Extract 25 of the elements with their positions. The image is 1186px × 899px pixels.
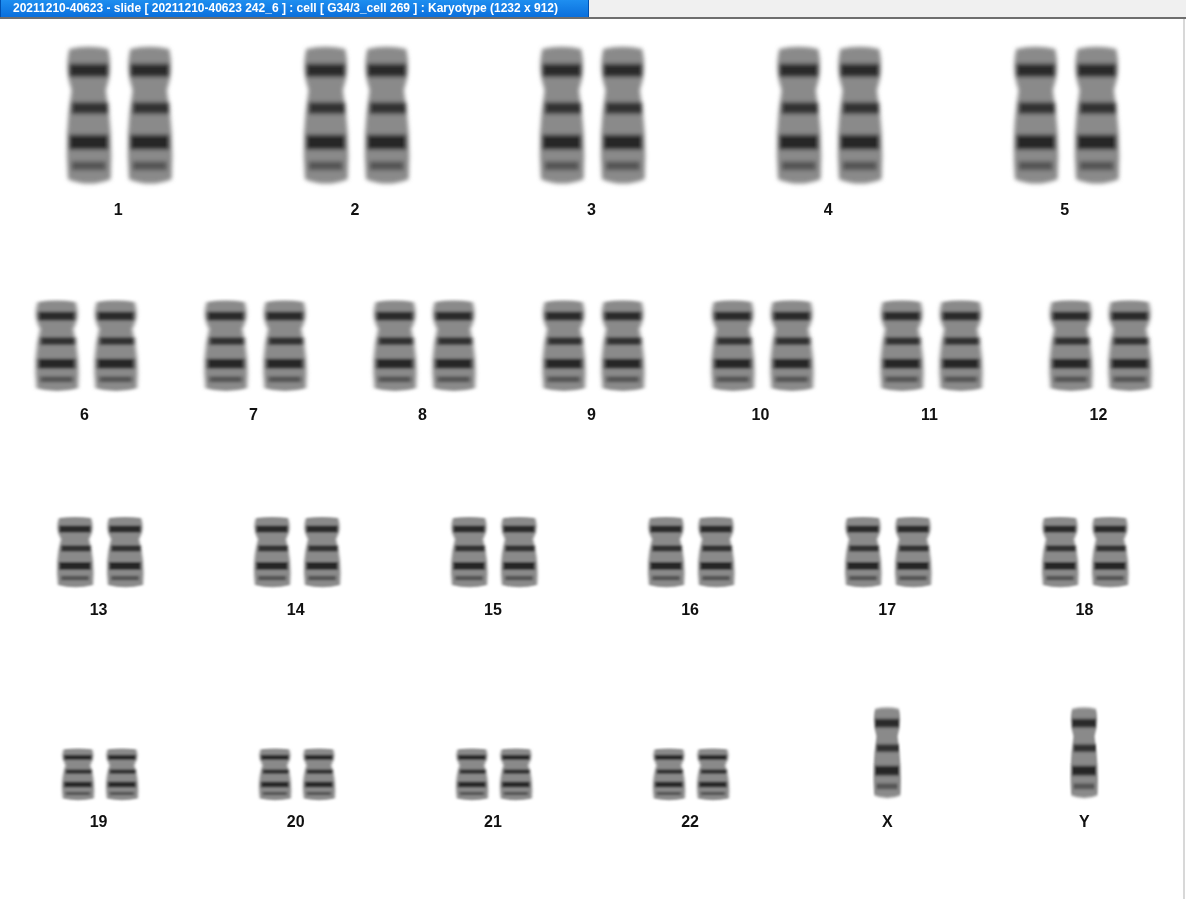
chromosome-label: Y <box>1079 813 1090 831</box>
chromosome-label: 15 <box>484 601 502 619</box>
chromosome-label: 4 <box>823 201 833 219</box>
chromosome-label: X <box>881 813 893 831</box>
chromosome-label: 8 <box>418 406 427 424</box>
chromosome-label: 22 <box>681 813 699 831</box>
chromosome-label: 12 <box>1089 406 1108 424</box>
chromosome-label: 14 <box>286 601 305 619</box>
chromosome-label: 9 <box>587 406 596 424</box>
chromosome-label: 13 <box>89 601 108 619</box>
chromosome-label: 10 <box>751 406 770 424</box>
chromosome-label: 21 <box>484 813 502 831</box>
chromosome-label: 19 <box>89 813 108 831</box>
chromosome-label: 18 <box>1075 601 1094 619</box>
chromosome-label: 5 <box>1060 201 1070 219</box>
chromosome-label: 11 <box>921 406 938 424</box>
chromosome-label: 7 <box>249 406 258 424</box>
chromosome-label: 20 <box>286 813 305 831</box>
chromosome-label: 16 <box>681 601 699 619</box>
window-title: 20211210-40623 - slide [ 20211210-40623 242_6 ] : cell [ G34/3_cell 269 ] : Karyotype (1232 x 912) <box>0 0 589 17</box>
chromosome-label: 3 <box>587 201 596 219</box>
chromosome-label: 1 <box>113 201 123 219</box>
chromosome-label: 2 <box>350 201 360 219</box>
chromosome-label: 6 <box>80 406 89 424</box>
chromosome-label: 17 <box>878 601 897 619</box>
